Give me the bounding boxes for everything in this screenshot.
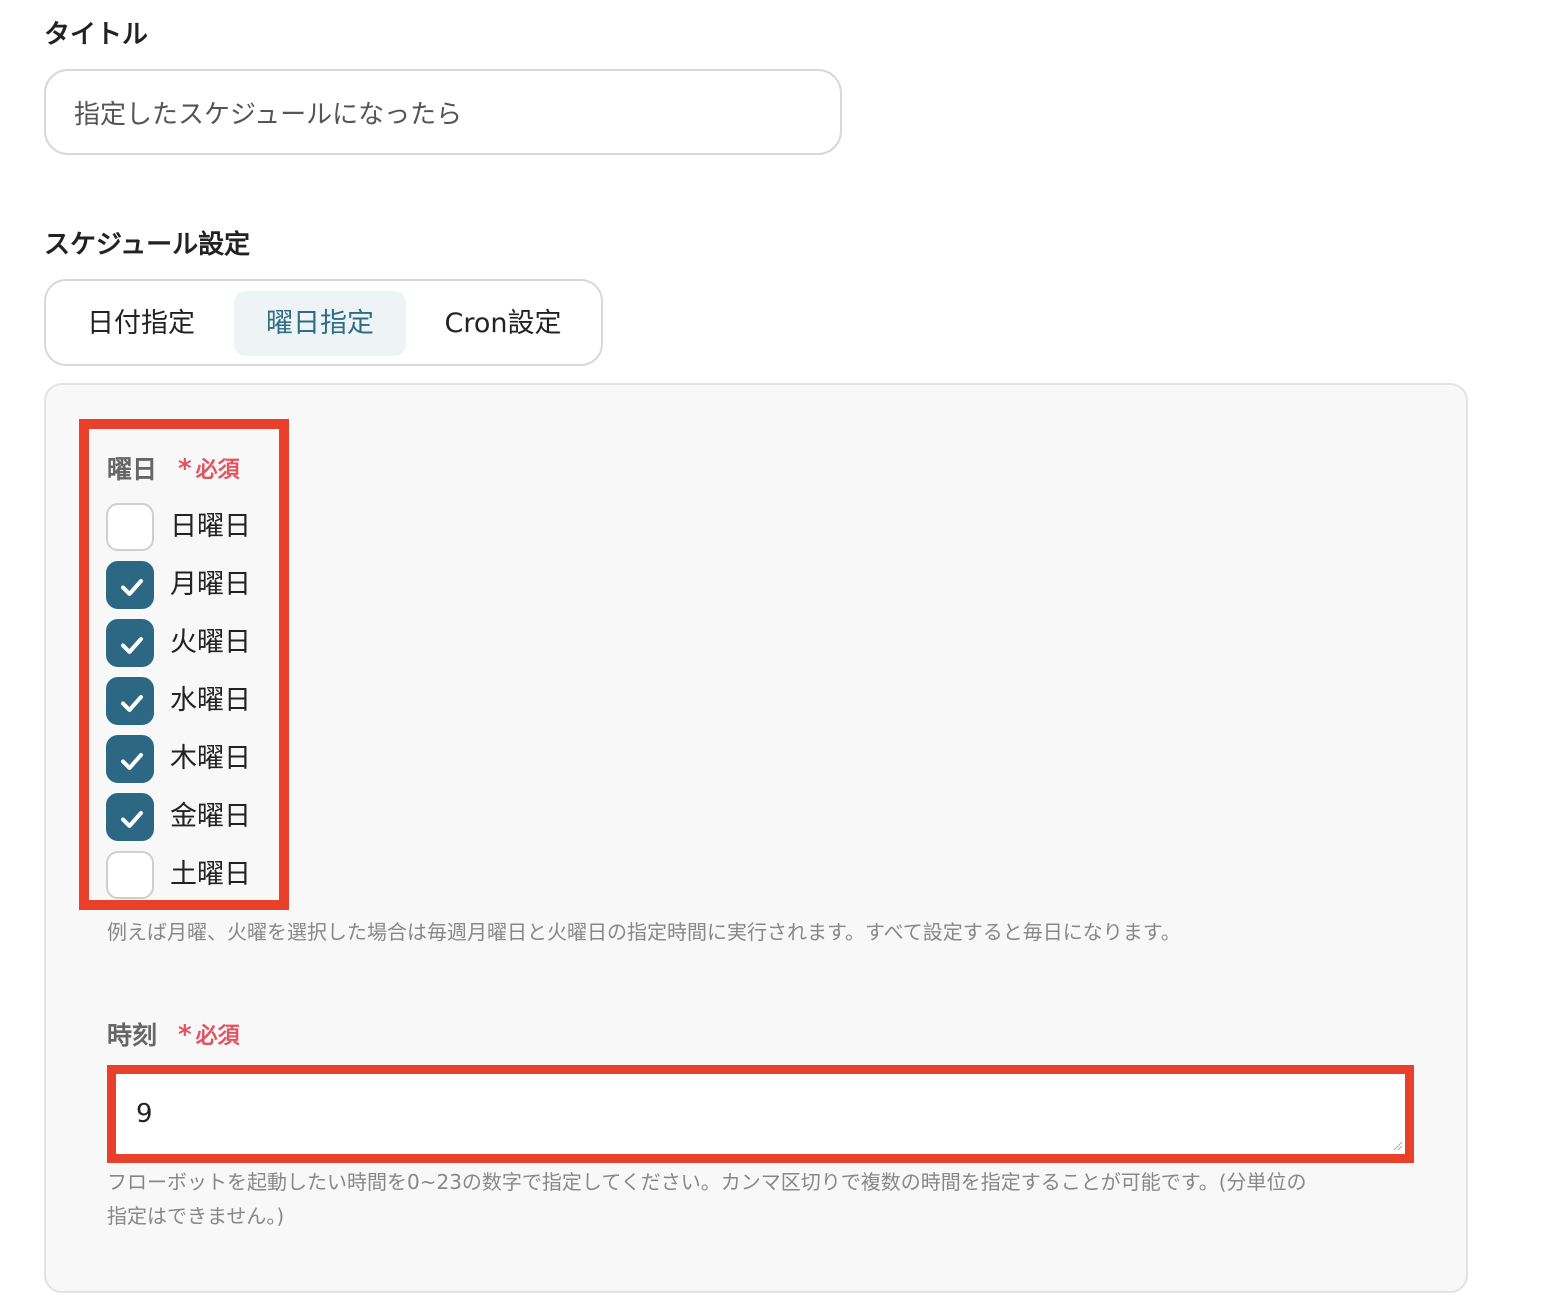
weekday-option-label: 月曜日 — [170, 569, 251, 600]
time-help-text-line2: 指定はできません。) — [107, 1204, 285, 1228]
weekday-option-label: 水曜日 — [170, 685, 251, 716]
checkbox[interactable] — [106, 851, 154, 899]
title-label: タイトル — [44, 20, 149, 50]
checkbox[interactable] — [106, 561, 154, 609]
schedule-label: スケジュール設定 — [44, 230, 251, 260]
time-label: 時刻 — [107, 1021, 158, 1050]
tab-date[interactable]: 日付指定 — [60, 291, 222, 356]
title-input[interactable] — [44, 69, 842, 155]
weekday-option-monday[interactable]: 月曜日 — [106, 561, 276, 609]
checkmark-icon — [121, 753, 143, 770]
weekday-option-label: 土曜日 — [170, 859, 251, 890]
checkbox[interactable] — [106, 677, 154, 725]
weekday-option-wednesday[interactable]: 水曜日 — [106, 677, 276, 725]
weekday-option-label: 金曜日 — [170, 801, 251, 832]
checkbox[interactable] — [106, 735, 154, 783]
checkmark-icon — [121, 811, 143, 828]
weekday-option-thursday[interactable]: 木曜日 — [106, 735, 276, 783]
checkmark-icon — [121, 579, 143, 596]
checkbox[interactable] — [106, 503, 154, 551]
checkbox[interactable] — [106, 793, 154, 841]
weekday-option-label: 日曜日 — [170, 511, 251, 542]
weekday-label: 曜日 — [107, 455, 158, 484]
weekday-required-badge: * 必須 — [178, 452, 240, 484]
weekday-option-label: 火曜日 — [170, 627, 251, 658]
tab-weekday[interactable]: 曜日指定 — [234, 291, 406, 356]
weekday-option-sunday[interactable]: 日曜日 — [106, 503, 276, 551]
weekday-option-saturday[interactable]: 土曜日 — [106, 851, 276, 899]
required-star-icon: * — [178, 1020, 192, 1050]
time-input[interactable] — [116, 1074, 1405, 1154]
required-star-icon: * — [178, 454, 192, 484]
tab-cron[interactable]: Cron設定 — [418, 291, 588, 356]
weekday-option-friday[interactable]: 金曜日 — [106, 793, 276, 841]
checkmark-icon — [121, 637, 143, 654]
required-text: 必須 — [195, 458, 240, 483]
required-text: 必須 — [195, 1024, 240, 1049]
time-required-badge: * 必須 — [178, 1018, 240, 1050]
time-help-text-line1: フローボットを起動したい時間を0~23の数字で指定してください。カンマ区切りで複… — [107, 1170, 1307, 1194]
schedule-tabs: 日付指定 曜日指定 Cron設定 — [44, 279, 603, 366]
checkmark-icon — [121, 695, 143, 712]
weekday-option-label: 木曜日 — [170, 743, 251, 774]
checkbox[interactable] — [106, 619, 154, 667]
resize-grip-icon[interactable] — [1393, 1141, 1403, 1151]
weekday-option-tuesday[interactable]: 火曜日 — [106, 619, 276, 667]
weekday-help-text: 例えば月曜、火曜を選択した場合は毎週月曜日と火曜日の指定時間に実行されます。すべ… — [107, 920, 1181, 944]
